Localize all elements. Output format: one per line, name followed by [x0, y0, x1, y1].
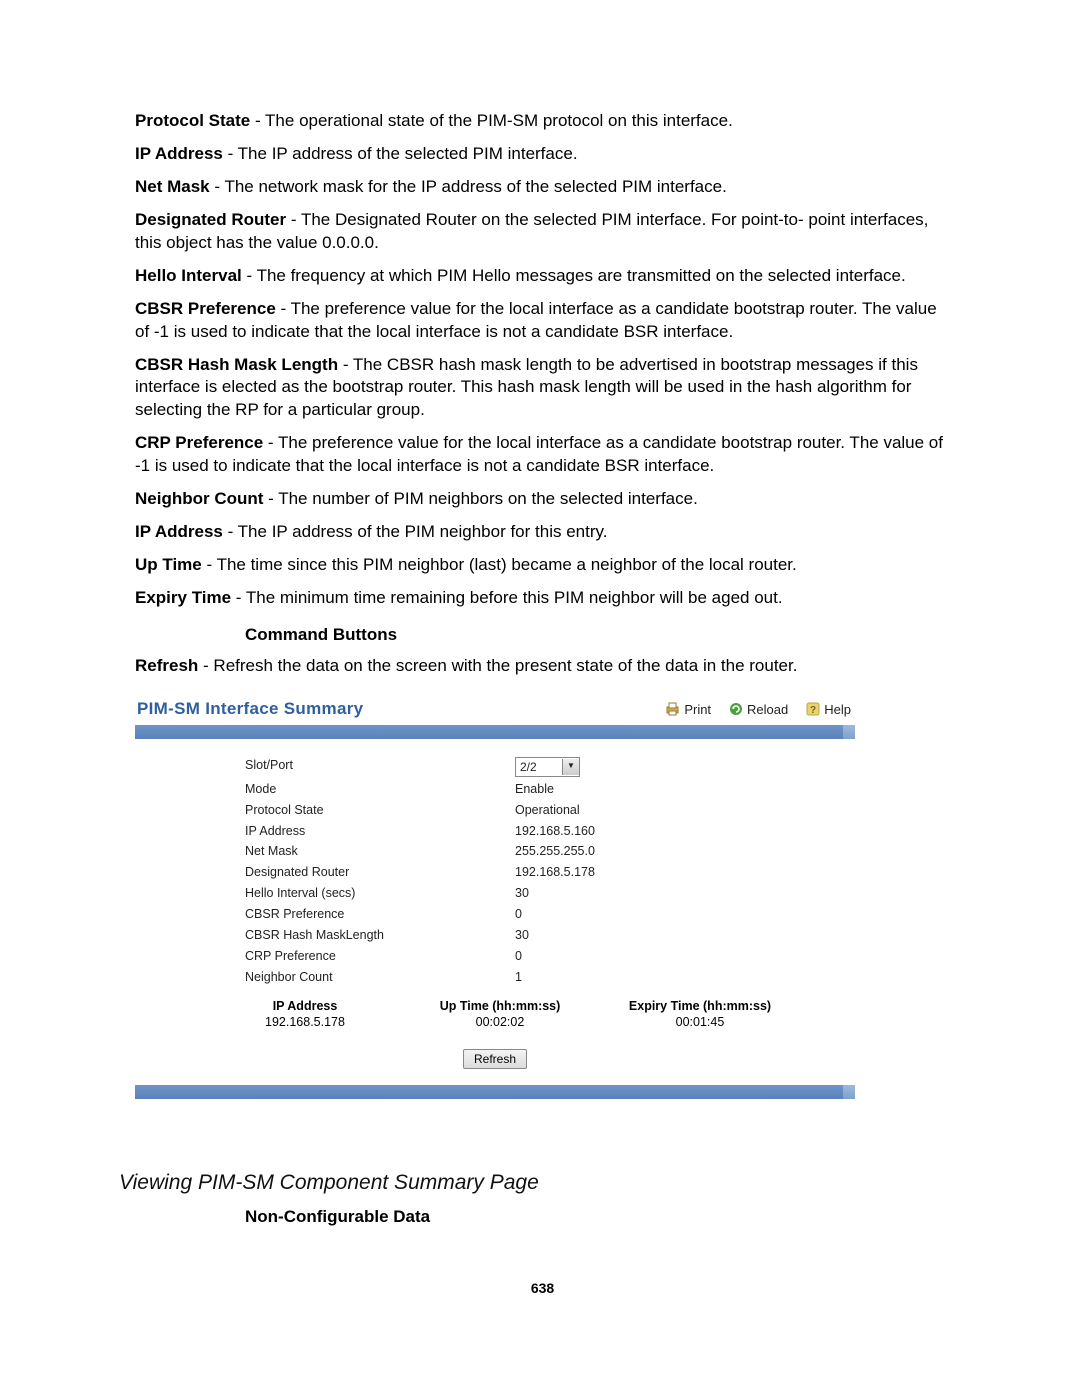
divider-bar: [135, 725, 855, 739]
reload-button[interactable]: Reload: [729, 701, 788, 719]
col-expiry-time: Expiry Time (hh:mm:ss): [595, 998, 805, 1015]
def-ip-address-2: IP Address - The IP address of the PIM n…: [135, 521, 950, 544]
divider-bar-bottom: [135, 1085, 855, 1099]
table-row: 192.168.5.178 00:02:02 00:01:45: [145, 1014, 845, 1031]
refresh-button[interactable]: Refresh: [463, 1049, 527, 1069]
def-crp-preference: CRP Preference - The preference value fo…: [135, 432, 950, 478]
row-ip-address: IP Address192.168.5.160: [145, 821, 845, 842]
row-designated-router: Designated Router192.168.5.178: [145, 862, 845, 883]
print-button[interactable]: Print: [665, 701, 711, 719]
section-title: Viewing PIM-SM Component Summary Page: [119, 1169, 950, 1197]
row-crp-preference: CRP Preference0: [145, 946, 845, 967]
help-button[interactable]: ? Help: [806, 701, 851, 719]
def-hello-interval: Hello Interval - The frequency at which …: [135, 265, 950, 288]
row-hello-interval: Hello Interval (secs)30: [145, 883, 845, 904]
panel-title: PIM-SM Interface Summary: [137, 698, 665, 721]
svg-text:?: ?: [810, 705, 816, 716]
def-net-mask: Net Mask - The network mask for the IP a…: [135, 176, 950, 199]
sub-heading: Non-Configurable Data: [245, 1206, 950, 1229]
def-cbsr-hash-mask-length: CBSR Hash Mask Length - The CBSR hash ma…: [135, 354, 950, 423]
row-slot-port: Slot/Port 2/2 ▼: [145, 755, 845, 779]
col-ip-address: IP Address: [145, 998, 405, 1015]
row-protocol-state: Protocol StateOperational: [145, 800, 845, 821]
help-icon: ?: [806, 702, 820, 716]
row-neighbor-count: Neighbor Count1: [145, 967, 845, 988]
def-protocol-state: Protocol State - The operational state o…: [135, 110, 950, 133]
page-number: 638: [135, 1279, 950, 1298]
def-up-time: Up Time - The time since this PIM neighb…: [135, 554, 950, 577]
print-icon: [665, 702, 680, 716]
def-designated-router: Designated Router - The Designated Route…: [135, 209, 950, 255]
row-cbsr-preference: CBSR Preference0: [145, 904, 845, 925]
row-mode: ModeEnable: [145, 779, 845, 800]
def-ip-address: IP Address - The IP address of the selec…: [135, 143, 950, 166]
slot-port-select[interactable]: 2/2 ▼: [515, 757, 580, 777]
def-cbsr-preference: CBSR Preference - The preference value f…: [135, 298, 950, 344]
neighbor-table: IP Address Up Time (hh:mm:ss) Expiry Tim…: [145, 998, 845, 1032]
pim-sm-summary-panel: PIM-SM Interface Summary Print Reload: [135, 696, 855, 1099]
row-cbsr-hash-masklength: CBSR Hash MaskLength30: [145, 925, 845, 946]
col-up-time: Up Time (hh:mm:ss): [405, 998, 595, 1015]
command-buttons-heading: Command Buttons: [245, 624, 950, 647]
def-neighbor-count: Neighbor Count - The number of PIM neigh…: [135, 488, 950, 511]
reload-icon: [729, 702, 743, 716]
chevron-down-icon: ▼: [562, 759, 579, 775]
def-refresh: Refresh - Refresh the data on the screen…: [135, 655, 950, 678]
row-net-mask: Net Mask255.255.255.0: [145, 841, 845, 862]
def-expiry-time: Expiry Time - The minimum time remaining…: [135, 587, 950, 610]
